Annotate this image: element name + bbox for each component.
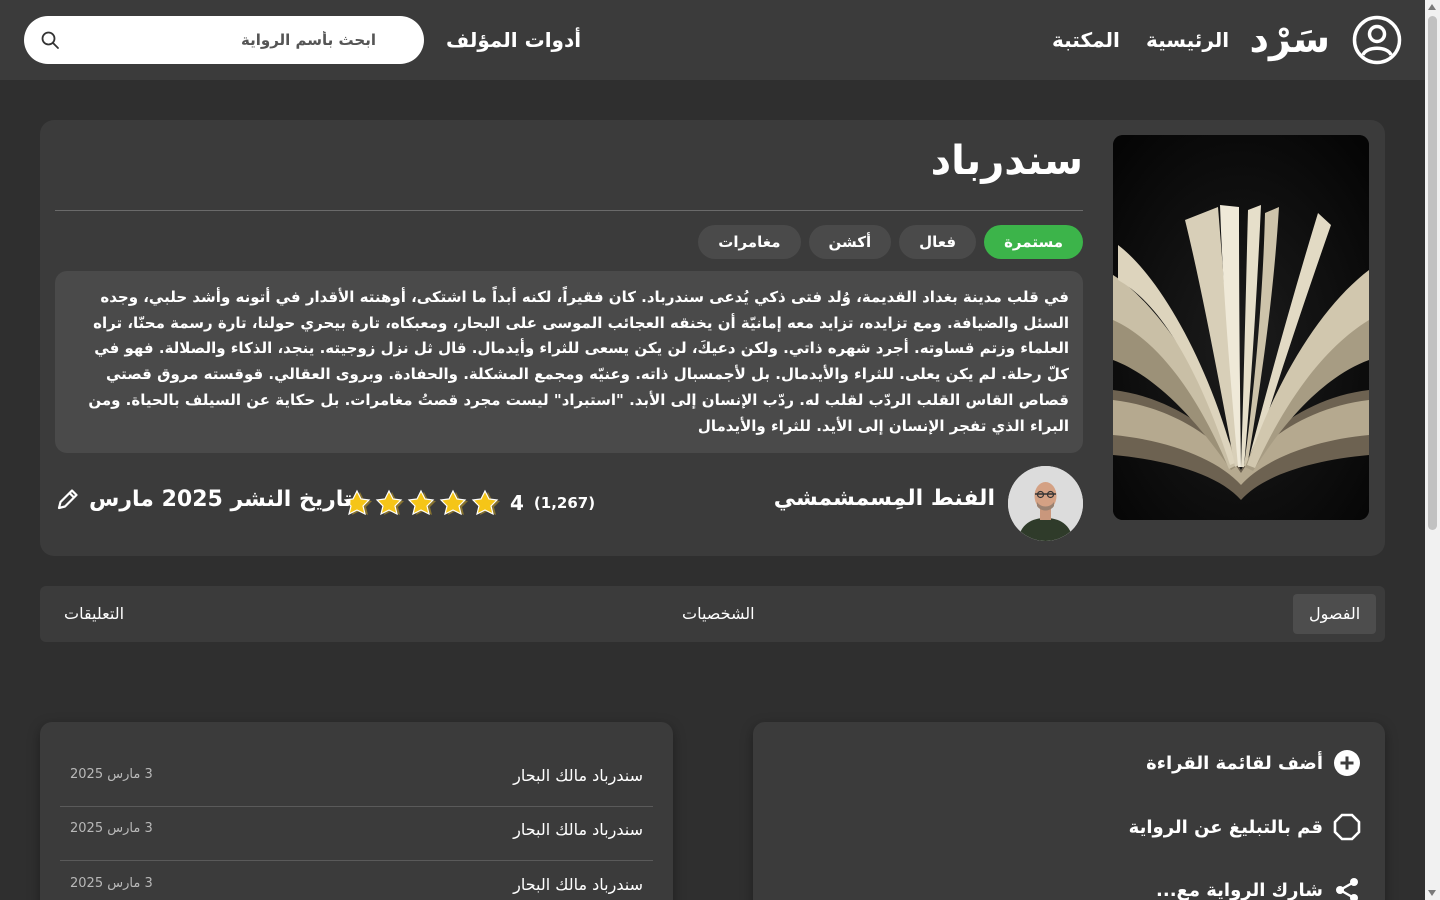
book-cover-image: [1113, 135, 1369, 520]
star-icon: [471, 489, 500, 516]
publish-date-label: تاريخ النشر 2025 مارس: [89, 486, 353, 512]
pencil-icon[interactable]: [55, 486, 81, 512]
book-actions-panel: أضف لقائمة القراءة قم بالتبليغ عن الرواي…: [753, 722, 1385, 900]
add-to-reading-list-button[interactable]: أضف لقائمة القراءة: [1146, 747, 1361, 779]
list-item[interactable]: سندرباد مالك البحار 3 مارس 2025: [60, 752, 653, 807]
star-icon: [375, 489, 404, 516]
search-input[interactable]: [76, 16, 376, 64]
tab-comments[interactable]: التعليقات: [48, 594, 140, 634]
book-tags: مستمرة فعال أكشن مغامرات: [698, 225, 1083, 259]
add-to-reading-list-label: أضف لقائمة القراءة: [1146, 752, 1323, 774]
chapter-title[interactable]: سندرباد مالك البحار: [513, 820, 643, 839]
nav-home-link[interactable]: الرئيسية: [1146, 24, 1229, 56]
star-icon: [439, 489, 468, 516]
tag-chip[interactable]: فعال: [899, 225, 977, 259]
book-synopsis: في قلب مدينة بغداد القديمة، وُلد فتى ذكي…: [55, 271, 1083, 453]
scroll-down-arrow[interactable]: [1428, 890, 1436, 896]
octagon-icon: [1333, 813, 1361, 841]
book-title: سندرباد: [930, 138, 1083, 184]
tab-chapters[interactable]: الفصول: [1293, 594, 1377, 634]
site-logo[interactable]: سَرْد: [1249, 12, 1330, 66]
book-tabs: الفصول الشخصيات التعليقات: [40, 586, 1385, 642]
search-icon[interactable]: [40, 30, 60, 50]
search-box: [24, 16, 424, 64]
account-button[interactable]: [1352, 15, 1402, 65]
tag-chip[interactable]: أكشن: [808, 225, 892, 259]
report-novel-button[interactable]: قم بالتبليغ عن الرواية: [1129, 811, 1361, 843]
nav-author-tools-link[interactable]: أدوات المؤلف: [446, 24, 581, 56]
chapter-date: 3 مارس 2025: [70, 821, 153, 836]
publish-date: تاريخ النشر 2025 مارس: [55, 486, 352, 512]
star-icon: [407, 489, 436, 516]
book-details-card: سندرباد مستمرة فعال أكشن مغامرات في قلب …: [40, 120, 1385, 556]
scroll-up-arrow[interactable]: [1428, 4, 1436, 10]
share-icon: [1336, 878, 1358, 900]
list-item[interactable]: سندرباد مالك البحار 3 مارس 2025: [60, 806, 653, 861]
author-name[interactable]: الفنط المِسمشمشي: [774, 486, 995, 511]
chapter-title[interactable]: سندرباد مالك البحار: [513, 875, 643, 894]
user-circle-icon: [1352, 15, 1402, 65]
rating-value: 4: [510, 491, 524, 515]
star-rating: [343, 489, 502, 517]
share-novel-label: شارك الرواية مع...: [1156, 879, 1323, 900]
author-avatar[interactable]: [1008, 466, 1083, 541]
plus-circle-icon: [1334, 750, 1360, 776]
top-header: سَرْد الرئيسية المكتبة أدوات المؤلف: [0, 0, 1425, 80]
share-novel-button[interactable]: شارك الرواية مع...: [1156, 874, 1361, 900]
list-item[interactable]: سندرباد مالك البحار 3 مارس 2025: [60, 861, 653, 900]
tag-chip[interactable]: مغامرات: [698, 225, 801, 259]
rating-display: 4 (1,267): [343, 488, 595, 518]
title-divider: [55, 210, 1083, 211]
page-scrollbar[interactable]: [1425, 0, 1440, 900]
status-badge: مستمرة: [984, 225, 1083, 259]
chapter-date: 3 مارس 2025: [70, 767, 153, 782]
nav-library-link[interactable]: المكتبة: [1052, 24, 1120, 56]
scrollbar-thumb[interactable]: [1428, 16, 1437, 530]
rating-count: (1,267): [533, 494, 596, 512]
tab-characters[interactable]: الشخصيات: [666, 594, 771, 634]
chapters-list: سندرباد مالك البحار 3 مارس 2025 سندرباد …: [40, 722, 673, 900]
report-novel-label: قم بالتبليغ عن الرواية: [1128, 816, 1323, 838]
chapter-title[interactable]: سندرباد مالك البحار: [513, 766, 643, 785]
chapter-date: 3 مارس 2025: [70, 876, 153, 891]
